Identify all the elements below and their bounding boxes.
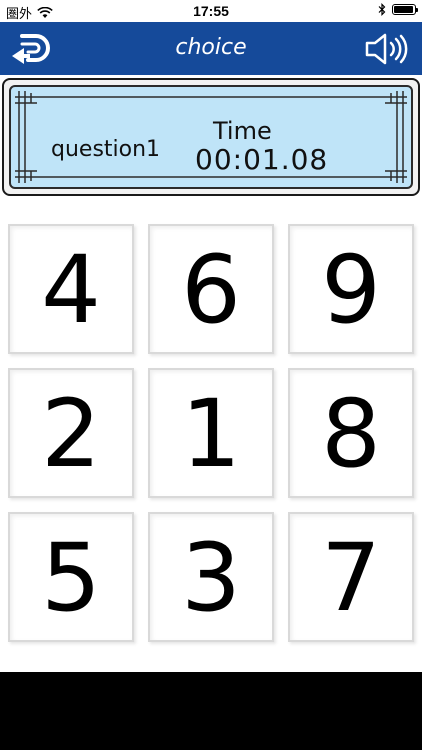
status-bar: 圏外 17:55 — [0, 0, 422, 22]
cell-number: 1 — [181, 380, 241, 489]
time-label: Time — [213, 117, 272, 145]
cell-number: 5 — [41, 524, 101, 633]
info-inner-panel: question1 Time 00:01.08 — [9, 85, 413, 189]
number-cell[interactable]: 6 — [148, 224, 274, 354]
status-right — [378, 3, 418, 16]
page-title: choice — [175, 35, 247, 60]
sound-button[interactable] — [364, 32, 410, 66]
nav-bar: choice — [0, 22, 422, 75]
cell-number: 4 — [41, 236, 101, 345]
cell-number: 3 — [181, 524, 241, 633]
battery-icon — [392, 4, 418, 15]
speaker-icon — [365, 33, 408, 65]
number-cell[interactable]: 1 — [148, 368, 274, 498]
cell-number: 6 — [181, 236, 241, 345]
number-cell[interactable]: 4 — [8, 224, 134, 354]
number-grid: 4 6 9 2 1 8 5 3 7 — [0, 206, 422, 668]
question-label: question1 — [51, 137, 161, 162]
number-cell[interactable]: 3 — [148, 512, 274, 642]
battery-fill — [394, 6, 413, 13]
cell-number: 8 — [321, 380, 381, 489]
time-value: 00:01.08 — [195, 143, 329, 176]
bluetooth-icon — [378, 3, 386, 16]
cell-number: 7 — [321, 524, 381, 633]
number-cell[interactable]: 2 — [8, 368, 134, 498]
number-cell[interactable]: 8 — [288, 368, 414, 498]
number-cell[interactable]: 7 — [288, 512, 414, 642]
bottom-bar — [0, 672, 422, 750]
cell-number: 2 — [41, 380, 101, 489]
number-cell[interactable]: 9 — [288, 224, 414, 354]
cell-number: 9 — [321, 236, 381, 345]
info-panel: question1 Time 00:01.08 — [2, 78, 420, 196]
status-time: 17:55 — [193, 3, 229, 19]
number-cell[interactable]: 5 — [8, 512, 134, 642]
